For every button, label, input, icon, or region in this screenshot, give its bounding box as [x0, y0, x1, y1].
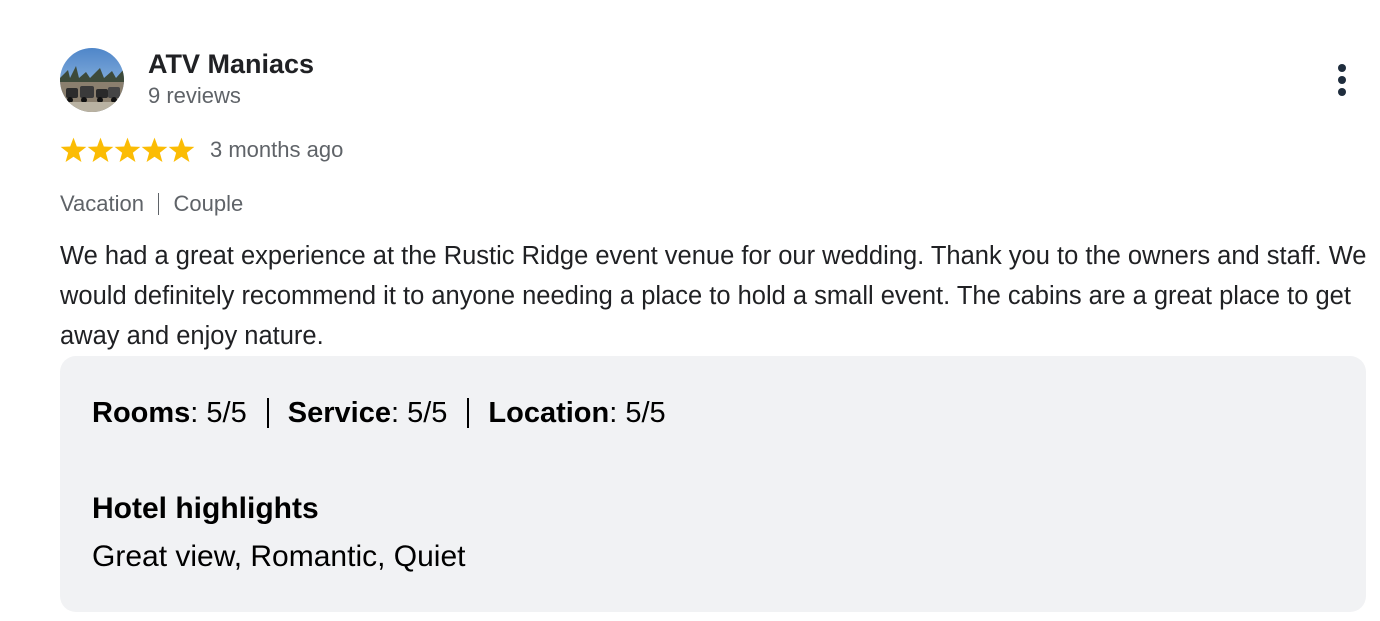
- star-filled-icon: [141, 137, 168, 162]
- reviewer-name[interactable]: ATV Maniacs: [148, 48, 314, 80]
- review-date: 3 months ago: [210, 137, 344, 162]
- sub-rating-label: Service: [287, 397, 391, 429]
- review-text: We had a great experience at the Rustic …: [60, 242, 1367, 350]
- sub-rating-value: 5/5: [206, 397, 247, 429]
- reviewer-avatar[interactable]: [60, 48, 124, 112]
- rating-row: 3 months ago: [60, 136, 343, 164]
- highlights-text: Great view, Romantic, Quiet: [92, 540, 466, 573]
- sub-rating-value: 5/5: [625, 397, 666, 429]
- tag-divider: [157, 193, 160, 215]
- reviewer-review-count[interactable]: 9 reviews: [148, 83, 241, 109]
- avatar-photo: [60, 48, 124, 112]
- sub-rating-service: Service: 5/5: [287, 397, 448, 429]
- trip-tag-type: Vacation: [60, 191, 144, 216]
- star-filled-icon: [168, 137, 195, 162]
- star-filled-icon: [87, 137, 114, 162]
- sub-rating-label: Location: [488, 397, 610, 429]
- sub-rating-location: Location: 5/5: [488, 397, 666, 429]
- more-options-button[interactable]: [1324, 58, 1360, 102]
- sub-rating-rooms: Rooms: 5/5: [92, 397, 247, 429]
- star-filled-icon: [60, 137, 87, 162]
- rating-divider: [266, 398, 269, 428]
- star-filled-icon: [114, 137, 141, 162]
- review-details-panel: Rooms: 5/5 Service: 5/5 Location: 5/5 Ho…: [60, 356, 1366, 612]
- star-rating: [60, 136, 195, 164]
- review-card: ATV Maniacs 9 reviews 3 months ago Vacat…: [0, 0, 1380, 621]
- highlights-title: Hotel highlights: [92, 492, 319, 525]
- sub-rating-value: 5/5: [407, 397, 448, 429]
- more-vertical-icon: [1338, 64, 1346, 96]
- sub-ratings: Rooms: 5/5 Service: 5/5 Location: 5/5: [92, 393, 666, 433]
- trip-tags: Vacation Couple: [60, 190, 243, 218]
- trip-tag-companions: Couple: [173, 191, 244, 216]
- rating-divider: [467, 398, 470, 428]
- sub-rating-label: Rooms: [92, 397, 191, 429]
